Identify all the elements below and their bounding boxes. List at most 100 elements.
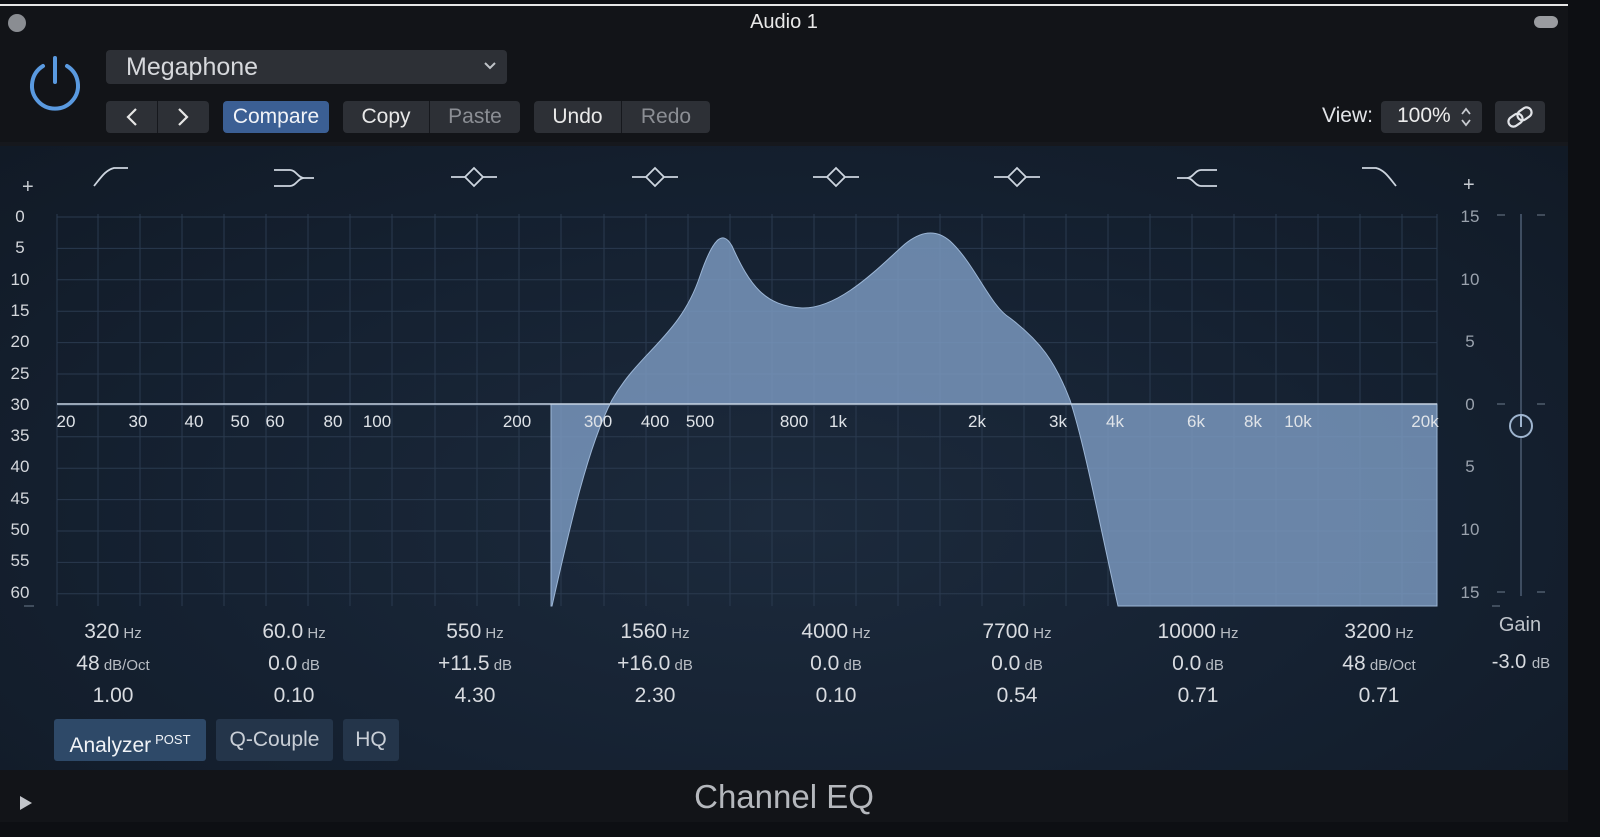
- gain-unit: dB: [1531, 655, 1551, 672]
- band-q[interactable]: 0.10: [776, 680, 896, 712]
- band-5-params: 4000 Hz 0.0 dB 0.10: [776, 616, 896, 712]
- zoom-in-right-button[interactable]: +: [1463, 174, 1475, 197]
- gain-scale-label: 15: [1460, 582, 1480, 602]
- eq-graph[interactable]: [0, 146, 1568, 616]
- band-gain[interactable]: +11.5 dB: [415, 648, 535, 680]
- band-gain-value: +11.5: [437, 652, 490, 675]
- frequency-label: 20k: [1411, 412, 1439, 431]
- frequency-label: 2k: [968, 412, 986, 431]
- band-frequency-value: 1560: [620, 620, 668, 643]
- band-q[interactable]: 0.71: [1319, 680, 1439, 712]
- frequency-label: 800: [779, 412, 809, 431]
- band-q-value: 1.00: [92, 684, 134, 707]
- frequency-label: 3k: [1049, 412, 1067, 431]
- eq-display[interactable]: + + 0 5 10 15 20 25 30 35 40 45 50 55 60 15 10 5 0 5 10 15…: [0, 146, 1568, 770]
- band-gain[interactable]: 0.0 dB: [234, 648, 354, 680]
- gain-value[interactable]: -3.0 dB: [1476, 651, 1566, 674]
- view-zoom-select[interactable]: 100%: [1381, 101, 1482, 133]
- q-couple-button[interactable]: Q-Couple: [216, 719, 333, 761]
- bell-icon[interactable]: [449, 162, 499, 192]
- band-frequency[interactable]: 320 Hz: [53, 616, 173, 648]
- band-frequency[interactable]: 1560 Hz: [595, 616, 715, 648]
- eq-curve: [57, 232, 1438, 607]
- gain-slider-knob[interactable]: [1509, 414, 1533, 438]
- band-gain-unit: dB: [1020, 657, 1043, 674]
- link-icon: [1507, 106, 1533, 128]
- band-gain[interactable]: +16.0 dB: [595, 648, 715, 680]
- analyzer-scale-label: 20: [10, 332, 30, 352]
- band-frequency[interactable]: 550 Hz: [415, 616, 535, 648]
- band-frequency[interactable]: 10000 Hz: [1138, 616, 1258, 648]
- band-frequency-value: 10000: [1157, 620, 1216, 643]
- band-gain[interactable]: 0.0 dB: [957, 648, 1077, 680]
- band-frequency[interactable]: 4000 Hz: [776, 616, 896, 648]
- band-frequency-unit: Hz: [1391, 625, 1414, 642]
- high-cut-icon[interactable]: [1354, 162, 1404, 192]
- previous-preset-button[interactable]: [106, 101, 157, 133]
- band-gain[interactable]: 48 dB/Oct: [53, 648, 173, 680]
- band-4-params: 1560 Hz +16.0 dB 2.30: [595, 616, 715, 712]
- frequency-label: 30: [128, 412, 148, 431]
- band-frequency[interactable]: 60.0 Hz: [234, 616, 354, 648]
- gain-scale-label: 10: [1460, 269, 1480, 289]
- band-gain-unit: dB: [839, 657, 862, 674]
- band-q[interactable]: 1.00: [53, 680, 173, 712]
- analyzer-scale-label: 55: [10, 551, 30, 571]
- bell-icon[interactable]: [630, 162, 680, 192]
- band-q[interactable]: 0.10: [234, 680, 354, 712]
- analyzer-scale-label: 0: [15, 207, 25, 226]
- power-icon[interactable]: [26, 54, 84, 112]
- band-gain[interactable]: 0.0 dB: [776, 648, 896, 680]
- band-q-value: 0.71: [1177, 684, 1219, 707]
- frequency-label: 100: [362, 412, 392, 431]
- chevron-down-icon: [484, 62, 496, 70]
- band-q[interactable]: 0.71: [1138, 680, 1258, 712]
- gain-scale-label: 5: [1465, 332, 1475, 352]
- updown-chevron-icon: [1461, 107, 1471, 127]
- band-q[interactable]: 2.30: [595, 680, 715, 712]
- copy-button[interactable]: Copy: [343, 101, 429, 133]
- band-frequency-unit: Hz: [303, 625, 326, 642]
- bell-icon[interactable]: [992, 162, 1042, 192]
- band-q[interactable]: 4.30: [415, 680, 535, 712]
- undo-button[interactable]: Undo: [534, 101, 621, 133]
- link-button[interactable]: [1495, 101, 1545, 133]
- compare-button[interactable]: Compare: [223, 101, 329, 133]
- analyzer-scale-label: 35: [10, 426, 30, 446]
- band-frequency[interactable]: 3200 Hz: [1319, 616, 1439, 648]
- analyzer-label: Analyzer: [69, 734, 152, 757]
- band-7-params: 10000 Hz 0.0 dB 0.71: [1138, 616, 1258, 712]
- frequency-label: 50: [230, 412, 250, 431]
- band-q[interactable]: 0.54: [957, 680, 1077, 712]
- next-preset-button[interactable]: [158, 101, 209, 133]
- band-frequency-unit: Hz: [667, 625, 690, 642]
- band-q-value: 2.30: [634, 684, 676, 707]
- high-shelf-icon[interactable]: [1173, 162, 1223, 192]
- bell-icon[interactable]: [811, 162, 861, 192]
- band-frequency-unit: Hz: [1029, 625, 1052, 642]
- paste-button[interactable]: Paste: [430, 101, 520, 133]
- zoom-in-left-button[interactable]: +: [22, 176, 34, 199]
- window-title: Audio 1: [750, 11, 818, 33]
- band-frequency[interactable]: 7700 Hz: [957, 616, 1077, 648]
- low-cut-icon[interactable]: [86, 162, 136, 192]
- band-gain-unit: dB/Oct: [99, 657, 150, 674]
- preset-menu[interactable]: Megaphone: [106, 50, 507, 84]
- gain-scale-label: 15: [1460, 207, 1480, 226]
- hq-button[interactable]: HQ: [343, 719, 399, 761]
- analyzer-scale-label: 25: [10, 363, 30, 383]
- frequency-label: 10k: [1284, 412, 1312, 431]
- low-shelf-icon[interactable]: [268, 162, 318, 192]
- analyzer-scale-label: 15: [10, 300, 30, 320]
- band-gain-value: 0.0: [810, 652, 840, 675]
- redo-button[interactable]: Redo: [622, 101, 710, 133]
- window-collapse-button[interactable]: [1534, 16, 1558, 28]
- band-gain[interactable]: 48 dB/Oct: [1319, 648, 1439, 680]
- band-gain[interactable]: 0.0 dB: [1138, 648, 1258, 680]
- band-gain-unit: dB: [297, 657, 320, 674]
- band-frequency-value: 60.0: [262, 620, 304, 643]
- analyzer-scale-label: 60: [10, 582, 30, 602]
- analyzer-button[interactable]: Analyzer POST: [54, 719, 206, 761]
- band-frequency-value: 320: [84, 620, 120, 643]
- band-gain-unit: dB: [1201, 657, 1224, 674]
